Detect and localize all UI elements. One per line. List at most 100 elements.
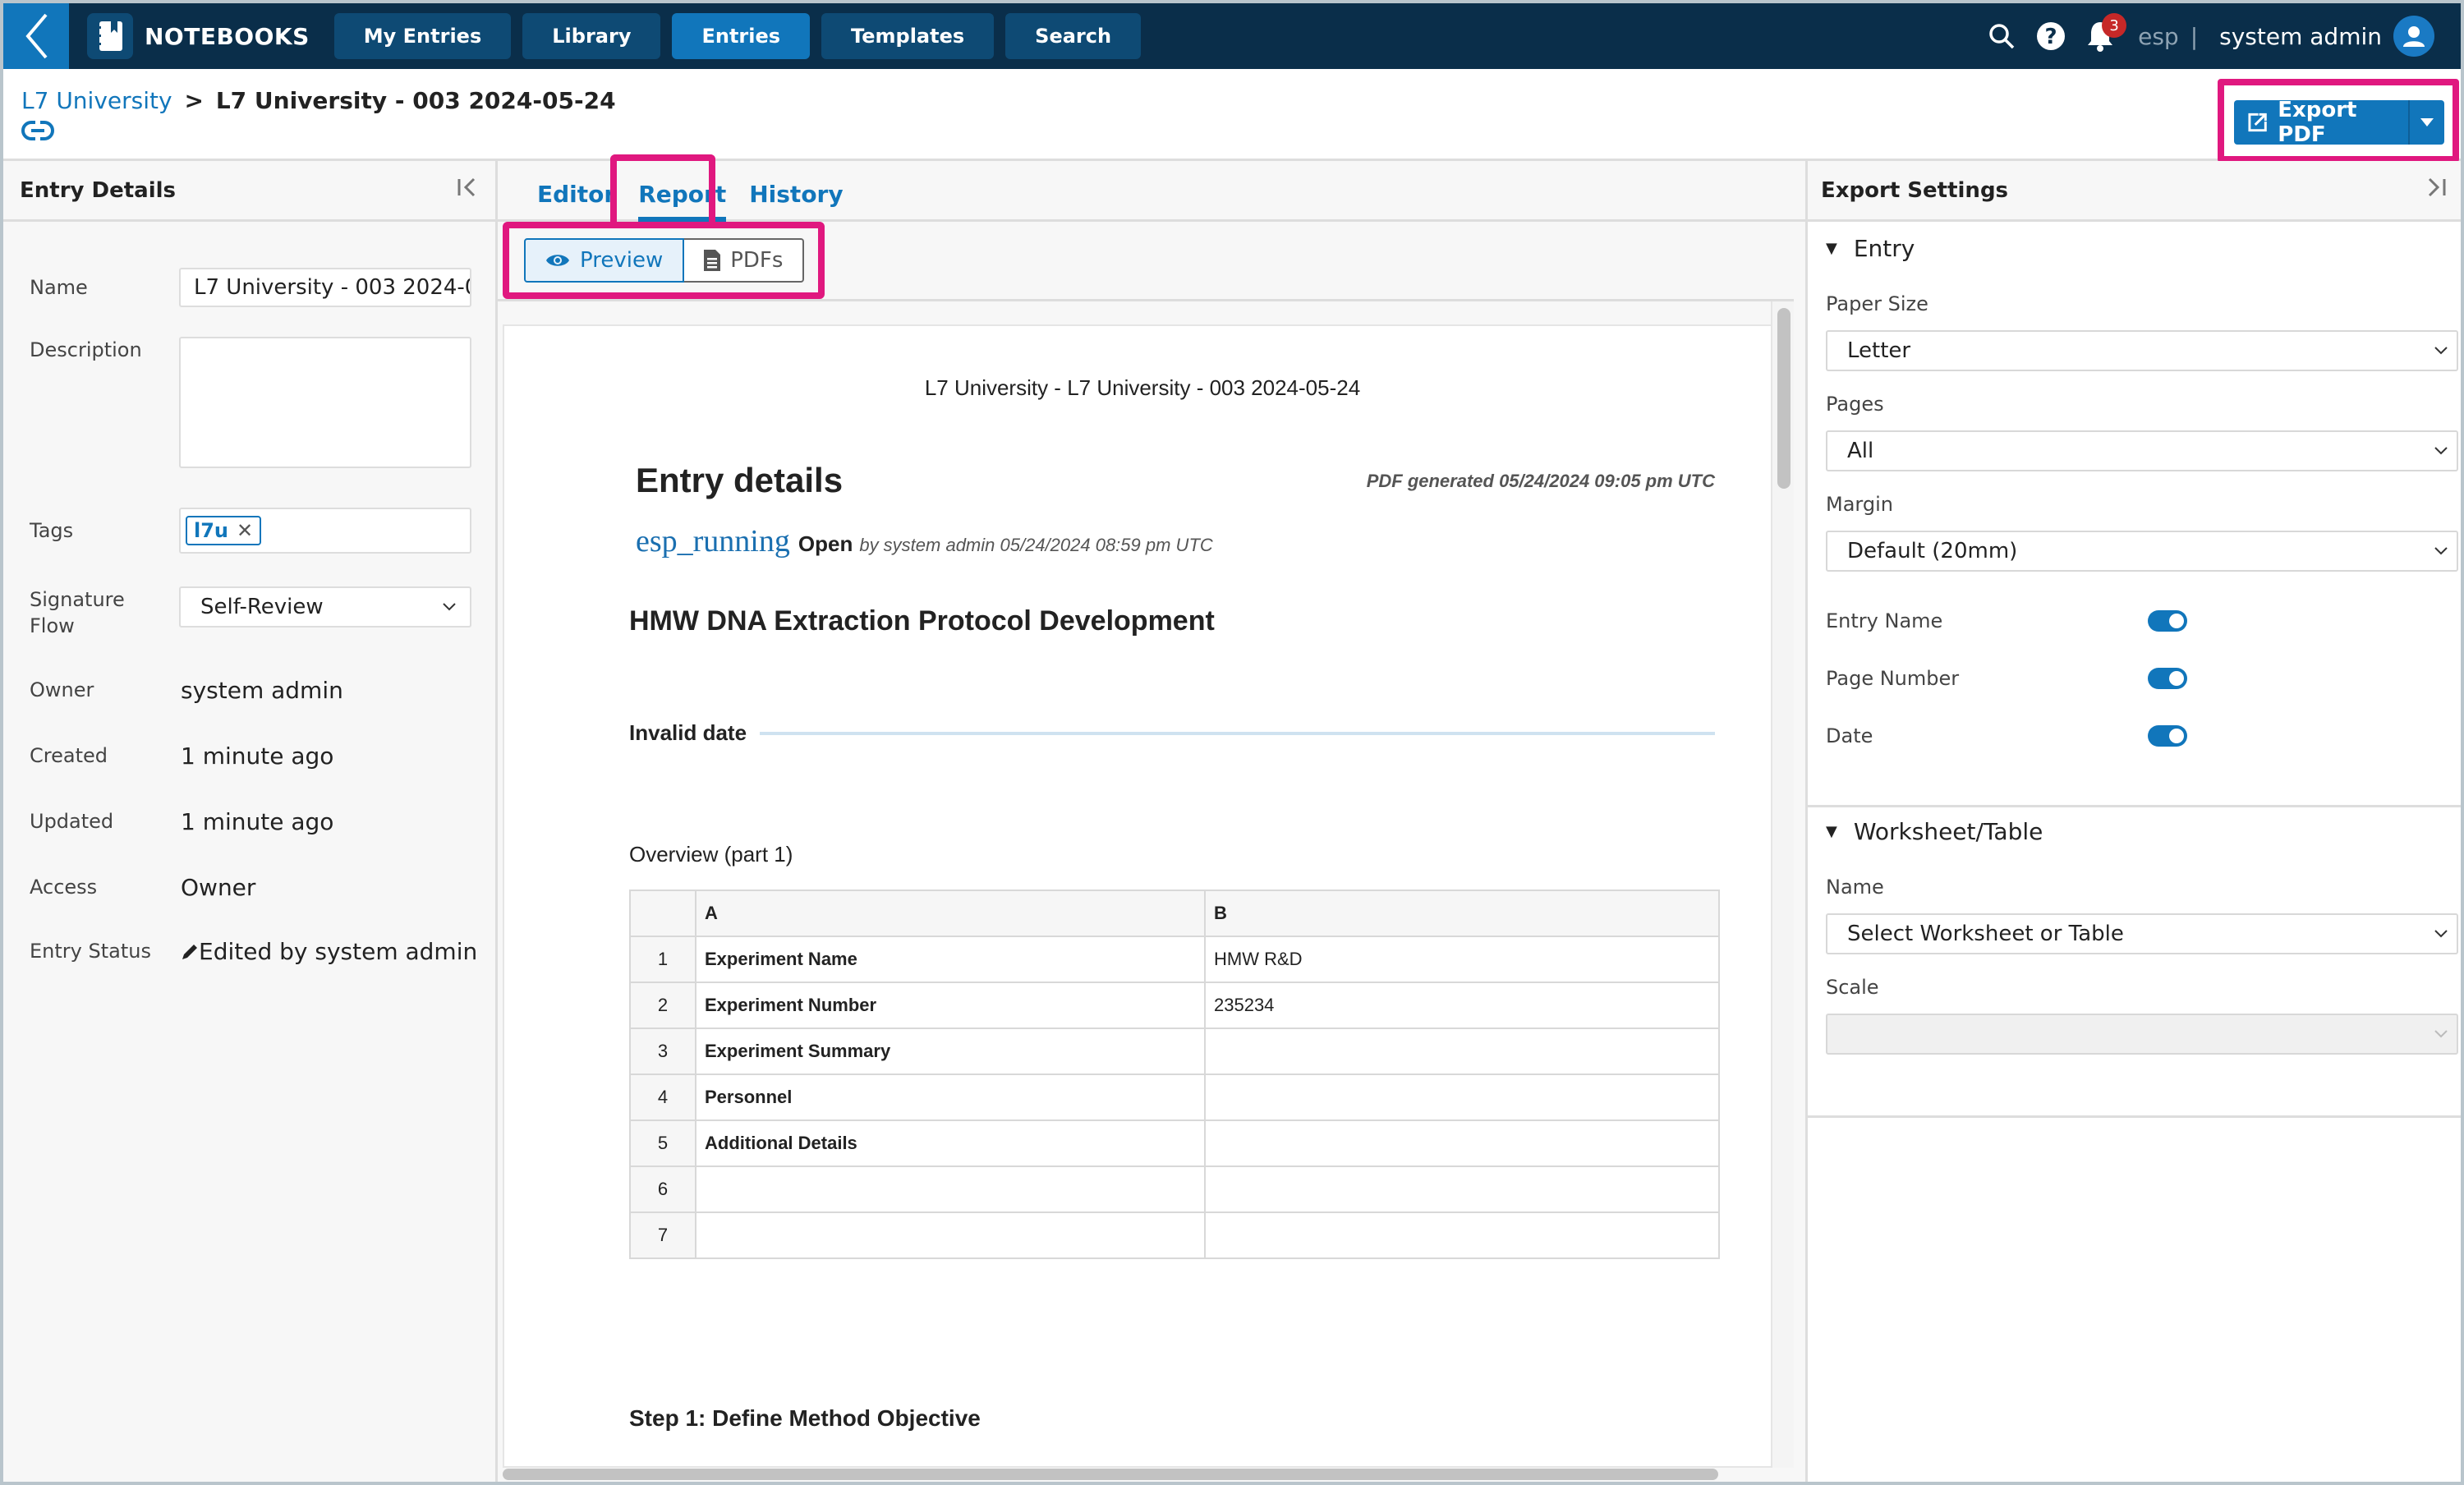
doc-header: L7 University - L7 University - 003 2024…: [924, 375, 1361, 400]
scale-select[interactable]: [1826, 1014, 2458, 1055]
doc-generated: PDF generated 05/24/2024 09:05 pm UTC: [1366, 471, 1715, 491]
tags-input[interactable]: l7u ✕: [179, 508, 471, 554]
preview-label: Preview: [580, 248, 664, 273]
caret-down-icon: [2420, 118, 2434, 126]
pdfs-label: PDFs: [730, 248, 784, 273]
column-header: A: [695, 890, 1206, 937]
cell-b: [1204, 1165, 1720, 1213]
name-input[interactable]: L7 University - 003 2024-05-24: [179, 268, 471, 307]
breadcrumb-bar: L7 University > L7 University - 003 2024…: [3, 69, 2461, 163]
notification-badge: 3: [2102, 13, 2127, 38]
bell-icon[interactable]: 3: [2084, 13, 2127, 53]
entry-details-title: Entry Details: [20, 177, 177, 203]
cell-b: [1204, 1028, 1720, 1075]
entry-details-panel: Entry Details Name L7 University - 003 2…: [3, 161, 498, 1482]
table-row: 2 Experiment Number 235234: [629, 982, 1720, 1029]
paper-size-select[interactable]: Letter: [1826, 330, 2458, 371]
user-name[interactable]: system admin: [2219, 23, 2382, 50]
chevron-left-icon: [25, 13, 48, 59]
nav-tab-entries[interactable]: Entries: [672, 13, 811, 59]
entry-name-toggle[interactable]: [2148, 610, 2187, 632]
table-row: 5 Additional Details: [629, 1119, 1720, 1167]
link-icon[interactable]: [21, 120, 54, 145]
pdfs-button[interactable]: PDFs: [684, 238, 805, 283]
nav-tab-my-entries[interactable]: My Entries: [333, 13, 512, 59]
cell-a: [695, 1211, 1206, 1259]
tab-report[interactable]: Report: [627, 181, 738, 222]
nav-right: ? 3 esp | system admin: [1969, 3, 2461, 69]
chevron-down-icon: [2434, 447, 2448, 455]
chevron-down-icon: [2434, 930, 2448, 938]
row-number: 4: [629, 1074, 696, 1121]
export-pdf-button[interactable]: Export PDF: [2234, 98, 2408, 147]
status-by-line: by system admin 05/24/2024 08:59 pm UTC: [859, 535, 1213, 555]
created-value: 1 minute ago: [181, 742, 334, 770]
worksheet-name-value: Select Worksheet or Table: [1847, 922, 2124, 946]
entry-details-header: Entry Details: [3, 161, 495, 222]
cell-b: 235234: [1204, 982, 1720, 1029]
export-pdf-label: Export PDF: [2278, 98, 2357, 147]
signature-flow-select[interactable]: Self-Review: [179, 586, 471, 628]
horizontal-scroll-thumb[interactable]: [503, 1469, 1718, 1480]
remove-tag-icon[interactable]: ✕: [237, 519, 253, 542]
margin-select[interactable]: Default (20mm): [1826, 531, 2458, 572]
nav-tab-search[interactable]: Search: [1005, 13, 1142, 59]
entry-name-toggle-row: Entry Name: [1826, 609, 2187, 632]
owner-value: system admin: [181, 677, 343, 704]
entry-status-value-wrap: Edited by system admin: [181, 938, 477, 965]
brand[interactable]: NOTEBOOKS: [87, 13, 310, 59]
collapse-right-icon[interactable]: [2425, 176, 2448, 205]
step-heading: Step 1: Define Method Objective: [629, 1405, 981, 1431]
worksheet-name-select[interactable]: Select Worksheet or Table: [1826, 913, 2458, 954]
signature-flow-label: Signature Flow: [30, 588, 125, 637]
pencil-icon: [182, 944, 197, 959]
row-number: 1: [629, 936, 696, 983]
margin-label: Margin: [1826, 493, 1893, 516]
page-number-toggle[interactable]: [2148, 668, 2187, 689]
export-dropdown-button[interactable]: [2408, 100, 2444, 145]
table-row: 3 Experiment Summary: [629, 1028, 1720, 1075]
main-content: Editor Report History Preview PDFs L7 Un…: [498, 154, 1805, 1482]
pages-value: All: [1847, 439, 1874, 463]
pages-label: Pages: [1826, 393, 1884, 416]
main-tabs: Editor Report History: [498, 154, 1805, 227]
tag-chip: l7u ✕: [186, 516, 262, 545]
table-header-row: A B: [629, 890, 1720, 937]
tab-history[interactable]: History: [738, 181, 854, 219]
date-toggle[interactable]: [2148, 725, 2187, 747]
vertical-scroll-thumb[interactable]: [1777, 308, 1791, 489]
description-textarea[interactable]: [179, 337, 471, 468]
breadcrumb-parent[interactable]: L7 University: [21, 87, 172, 114]
pages-select[interactable]: All: [1826, 430, 2458, 471]
description-row: Description: [30, 337, 479, 468]
back-button[interactable]: [3, 3, 69, 69]
date-row: Invalid date: [629, 720, 1715, 746]
worksheet-section-toggle[interactable]: ▼ Worksheet/Table: [1826, 818, 2043, 845]
svg-text:?: ?: [2045, 25, 2057, 49]
avatar[interactable]: [2393, 16, 2434, 57]
help-icon[interactable]: ?: [2034, 20, 2067, 53]
entry-section-label: Entry: [1853, 235, 1915, 262]
cell-b: [1204, 1119, 1720, 1167]
name-row: Name L7 University - 003 2024-05-24: [30, 268, 479, 307]
entry-section-toggle[interactable]: ▼ Entry: [1826, 235, 1915, 262]
nav-tab-templates[interactable]: Templates: [821, 13, 995, 59]
nav-tab-library[interactable]: Library: [522, 13, 661, 59]
collapse-left-icon[interactable]: [456, 176, 479, 205]
paper-size-label: Paper Size: [1826, 292, 1928, 315]
chevron-down-icon: [443, 603, 456, 611]
vertical-scrollbar[interactable]: [1771, 301, 1794, 1468]
search-icon[interactable]: [1985, 20, 2018, 53]
worksheet-name-label: Name: [1826, 876, 1884, 899]
preview-button[interactable]: Preview: [524, 238, 685, 283]
column-header: [629, 890, 696, 937]
cell-a: [695, 1165, 1206, 1213]
report-preview: L7 University - L7 University - 003 2024…: [498, 299, 1794, 1480]
cell-a: Experiment Number: [695, 982, 1206, 1029]
paper-size-value: Letter: [1847, 338, 1911, 363]
access-label: Access: [30, 876, 98, 899]
row-number: 7: [629, 1211, 696, 1259]
table-row: 4 Personnel: [629, 1074, 1720, 1121]
tab-editor[interactable]: Editor: [526, 181, 627, 219]
description-label: Description: [30, 338, 142, 361]
